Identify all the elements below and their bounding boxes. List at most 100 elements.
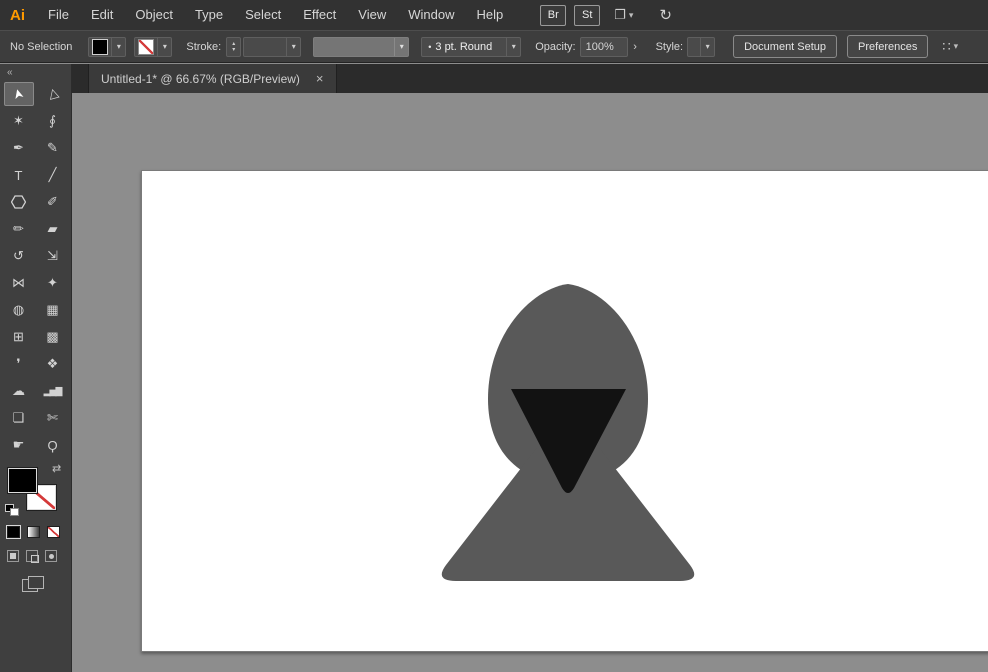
menu-effect[interactable]: Effect [292,0,347,30]
curvature-tool[interactable]: ✎ [38,136,68,160]
document-setup-button[interactable]: Document Setup [733,35,838,58]
sync-status-icon[interactable]: ↻ [659,6,672,24]
line-segment-tool[interactable]: ╱ [38,163,68,187]
variable-width-profile-dropdown[interactable]: • 3 pt. Round ▾ [421,36,522,57]
free-transform-icon: ✦ [47,275,58,290]
fill-color-well[interactable] [7,467,38,494]
opacity-field[interactable]: 100% [579,36,628,57]
column-graph-icon: ▂▅▇ [43,385,63,396]
artboard[interactable] [141,170,988,652]
stroke-color-dropdown[interactable]: ▾ [134,36,173,57]
menu-view[interactable]: View [347,0,397,30]
shape-builder-tool[interactable]: ◍ [4,298,34,322]
draw-behind-icon[interactable] [26,550,39,563]
blend-icon: ❖ [46,356,59,371]
menu-file[interactable]: File [37,0,80,30]
magic-wand-tool[interactable]: ✶ [4,109,34,133]
chevron-down-icon: ▾ [700,37,714,56]
lasso-tool[interactable]: ∮ [38,109,68,133]
perspective-grid-tool[interactable]: ▦ [38,298,68,322]
symbol-sprayer-tool[interactable]: ☁ [4,379,34,403]
lasso-icon: ∮ [49,113,56,128]
gradient-button[interactable] [27,526,40,538]
collapse-panel-icon[interactable]: « [0,64,71,78]
hooded-figure-artwork[interactable] [142,171,988,651]
control-bar: No Selection ▾ ▾ Stroke: ▴ ▾ ▾ ▾ • 3 pt.… [0,30,988,63]
gradient-tool[interactable]: ▩ [38,325,68,349]
arrange-documents-icon[interactable]: ❐ [614,7,626,23]
mesh-tool[interactable]: ⊞ [4,325,34,349]
menu-type[interactable]: Type [184,0,234,30]
pen-tool[interactable]: ✒ [4,136,34,160]
free-transform-tool[interactable]: ✦ [38,271,68,295]
curvature-icon: ✎ [47,140,58,155]
default-fill-stroke-icon[interactable] [5,504,19,516]
style-label: Style: [655,40,684,53]
brush-definition-dropdown[interactable]: ▾ [313,36,410,57]
panel-options-dropdown[interactable]: ∷ ▾ [942,39,958,55]
type-tool[interactable]: T [4,163,34,187]
drawing-modes-row [7,550,57,563]
rotate-tool[interactable]: ↺ [4,244,34,268]
direct-selection-tool-icon: ▷ [43,87,61,101]
column-graph-tool[interactable]: ▂▅▇ [38,379,68,403]
shaper-tool[interactable]: ✏ [4,217,34,241]
brush-preview-icon: • [428,41,432,52]
scale-tool[interactable]: ⇲ [38,244,68,268]
zoom-tool[interactable]: Ϙ [38,433,68,457]
stock-button[interactable]: St [574,4,601,26]
blend-tool[interactable]: ❖ [38,352,68,376]
eraser-tool[interactable]: ▰ [38,217,68,241]
default-stroke-icon [10,508,19,516]
draw-inside-icon[interactable] [45,550,57,562]
none-button[interactable] [47,526,60,538]
direct-selection-tool[interactable]: ▷ [38,82,68,106]
artboard-tool[interactable]: ❏ [4,406,34,430]
close-tab-icon[interactable]: × [316,71,324,86]
graphic-style-dropdown[interactable]: ▾ [687,36,716,57]
artboard-icon: ❏ [12,410,25,425]
polygon-tool[interactable] [4,190,34,214]
canvas-area[interactable] [72,93,988,672]
color-button[interactable] [6,525,21,539]
selection-tool-icon: ➤ [9,86,27,102]
eyedropper-icon: ❜ [16,356,21,371]
selection-tool[interactable]: ➤ [3,82,34,106]
swap-fill-stroke-icon[interactable]: ⇄ [52,462,61,475]
width-tool[interactable]: ⋈ [4,271,34,295]
color-type-row [6,525,60,539]
fill-swatch [92,38,109,55]
menu-window[interactable]: Window [397,0,465,30]
chevron-down-icon: ▾ [157,37,171,56]
stroke-weight-dropdown[interactable]: ▾ [243,36,302,57]
zoom-icon: Ϙ [47,437,58,453]
stroke-none-swatch [138,38,155,55]
draw-normal-icon[interactable] [7,550,19,562]
document-tab[interactable]: Untitled-1* @ 66.67% (RGB/Preview) × [88,64,337,93]
chevron-right-icon[interactable]: › [629,37,642,57]
eyedropper-tool[interactable]: ❜ [4,352,34,376]
slice-tool[interactable]: ✄ [38,406,68,430]
magic-wand-icon: ✶ [13,113,24,128]
opacity-value: 100% [585,40,614,53]
scale-icon: ⇲ [47,248,58,263]
document-tab-strip: Untitled-1* @ 66.67% (RGB/Preview) × [72,64,988,93]
preferences-button[interactable]: Preferences [847,35,929,58]
chevron-down-icon: ▾ [286,37,300,56]
hand-tool[interactable]: ☛ [4,433,34,457]
document-tab-title: Untitled-1* @ 66.67% (RGB/Preview) [101,71,300,86]
opacity-label: Opacity: [535,40,576,53]
menu-object[interactable]: Object [124,0,184,30]
screen-mode-icon[interactable] [22,576,44,592]
stroke-weight-stepper[interactable]: ▴ ▾ [226,36,242,57]
menu-help[interactable]: Help [465,0,514,30]
profile-value: 3 pt. Round [435,40,493,53]
bridge-button[interactable]: Br [540,4,567,26]
paintbrush-tool[interactable]: ✐ [38,190,68,214]
chevron-down-icon[interactable]: ▾ [629,10,634,21]
hand-icon: ☛ [12,437,25,452]
menu-select[interactable]: Select [234,0,292,30]
menu-edit[interactable]: Edit [80,0,124,30]
shaper-icon: ✏ [13,221,24,236]
fill-color-dropdown[interactable]: ▾ [88,36,127,57]
